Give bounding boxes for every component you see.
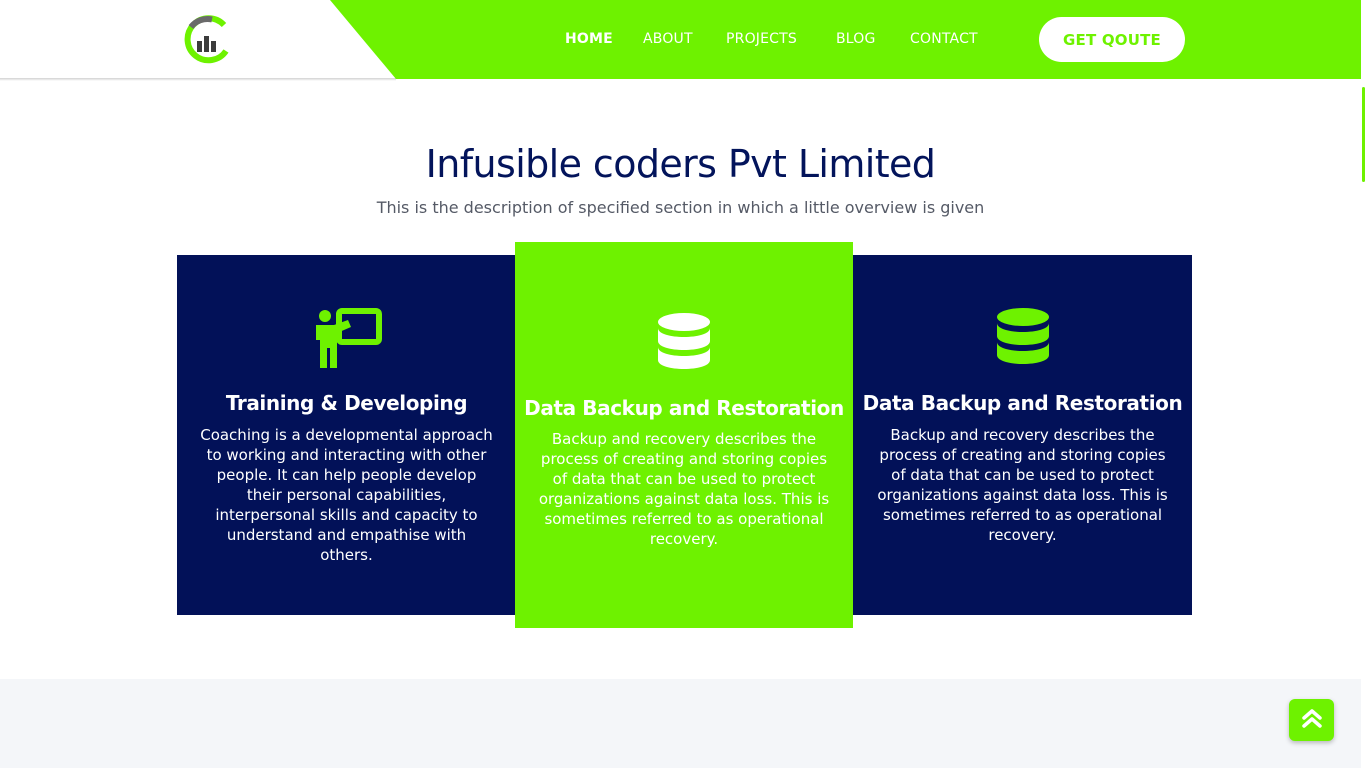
nav-item-home[interactable]: HOME: [565, 31, 613, 47]
database-icon: [657, 312, 711, 376]
nav-item-projects[interactable]: PROJECTS: [726, 31, 797, 47]
card-title: Training & Developing: [225, 391, 468, 415]
get-quote-button[interactable]: GET QOUTE: [1039, 17, 1185, 62]
scroll-to-top-button[interactable]: [1289, 699, 1334, 741]
database-icon: [996, 307, 1050, 371]
card-text: Backup and recovery describes the proces…: [538, 430, 830, 548]
teacher-board-icon: [311, 308, 383, 372]
double-chevron-up-icon: [1301, 707, 1323, 733]
card-title: Data Backup and Restoration: [862, 391, 1183, 415]
section-title: Infusible coders Pvt Limited: [425, 142, 936, 186]
scrollbar-thumb[interactable]: [1362, 87, 1365, 182]
chart-c-logo-icon[interactable]: [182, 14, 232, 64]
header-shadow: [0, 78, 396, 81]
section-description: This is the description of specified sec…: [376, 198, 985, 217]
nav-item-about[interactable]: ABOUT: [643, 31, 693, 47]
service-card-backup-highlighted[interactable]: Data Backup and Restoration Backup and r…: [515, 242, 853, 628]
service-card-training[interactable]: Training & Developing Coaching is a deve…: [177, 255, 516, 615]
service-card-backup[interactable]: Data Backup and Restoration Backup and r…: [853, 255, 1192, 615]
card-title: Data Backup and Restoration: [524, 396, 844, 420]
nav-item-contact[interactable]: CONTACT: [910, 31, 978, 47]
card-text: Coaching is a developmental approach to …: [200, 426, 493, 564]
nav-item-blog[interactable]: BLOG: [836, 31, 876, 47]
next-section-background: [0, 679, 1361, 768]
card-text: Backup and recovery describes the proces…: [877, 426, 1168, 544]
